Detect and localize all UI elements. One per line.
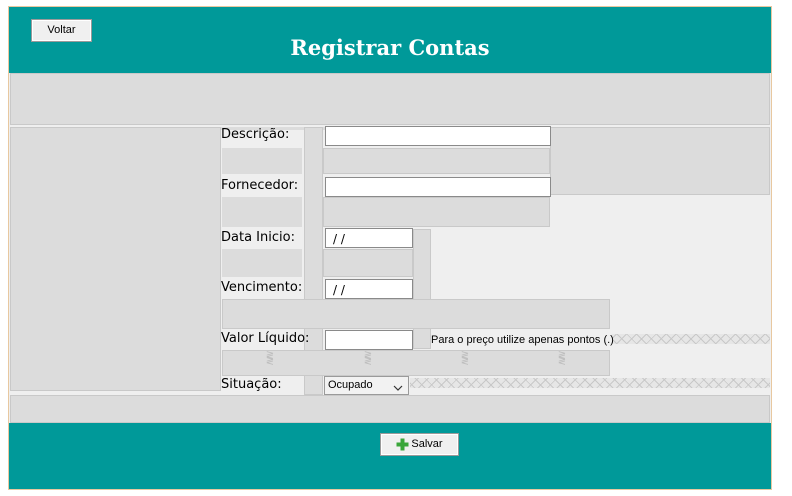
- bottom-panel: [10, 395, 770, 423]
- form-window: Voltar Registrar Contas ≷ ≷ ≷ ≷ ≷ ≷ ≷ ≷ Desc…: [8, 6, 772, 490]
- page-title: Registrar Contas: [290, 35, 490, 60]
- splitter-mark: ≷ ≷: [557, 350, 567, 367]
- situacao-value: Ocupado: [328, 379, 373, 391]
- date-column: [413, 229, 431, 349]
- save-label: Salvar: [411, 438, 443, 450]
- chevron-down-icon: [392, 379, 404, 391]
- spacer-fornecedor-right: [323, 197, 550, 227]
- header-bar: Voltar Registrar Contas: [9, 7, 771, 73]
- spacer-valor: [222, 350, 610, 376]
- left-panel: [10, 127, 221, 391]
- descricao-input[interactable]: [325, 126, 551, 146]
- splitter-mark: ≷ ≷: [460, 350, 470, 367]
- hint-filler: [612, 334, 770, 344]
- fornecedor-label: Fornecedor:: [221, 178, 299, 193]
- situacao-label: Situação:: [221, 377, 282, 392]
- vencimento-input[interactable]: / /: [325, 279, 413, 299]
- valor-hint: Para o preço utilize apenas pontos (.): [431, 334, 614, 346]
- vencimento-label: Vencimento:: [221, 280, 303, 295]
- valor-label: Valor Líquido:: [221, 331, 310, 346]
- data-inicio-input[interactable]: / /: [325, 228, 413, 248]
- valor-input[interactable]: [325, 330, 413, 350]
- right-panel: [550, 127, 770, 195]
- plus-icon: [396, 438, 409, 451]
- spacer-data-inicio: [222, 249, 302, 277]
- fornecedor-input[interactable]: [325, 177, 551, 197]
- spacer-vencimento: [222, 299, 610, 329]
- top-panel: [10, 73, 770, 125]
- descricao-label: Descrição:: [221, 127, 290, 142]
- situacao-filler: [410, 378, 770, 388]
- splitter-mark: ≷ ≷: [265, 350, 275, 367]
- footer-bar: Salvar: [9, 423, 771, 489]
- data-inicio-label: Data Inicio:: [221, 230, 295, 245]
- spacer-fornecedor: [222, 197, 302, 227]
- spacer-descricao: [222, 148, 302, 174]
- spacer-data-inicio-right: [323, 249, 413, 277]
- save-button[interactable]: Salvar: [380, 433, 459, 456]
- splitter-mark: ≷ ≷: [363, 350, 373, 367]
- situacao-select[interactable]: Ocupado: [324, 376, 409, 395]
- spacer-descricao-right: [323, 148, 550, 174]
